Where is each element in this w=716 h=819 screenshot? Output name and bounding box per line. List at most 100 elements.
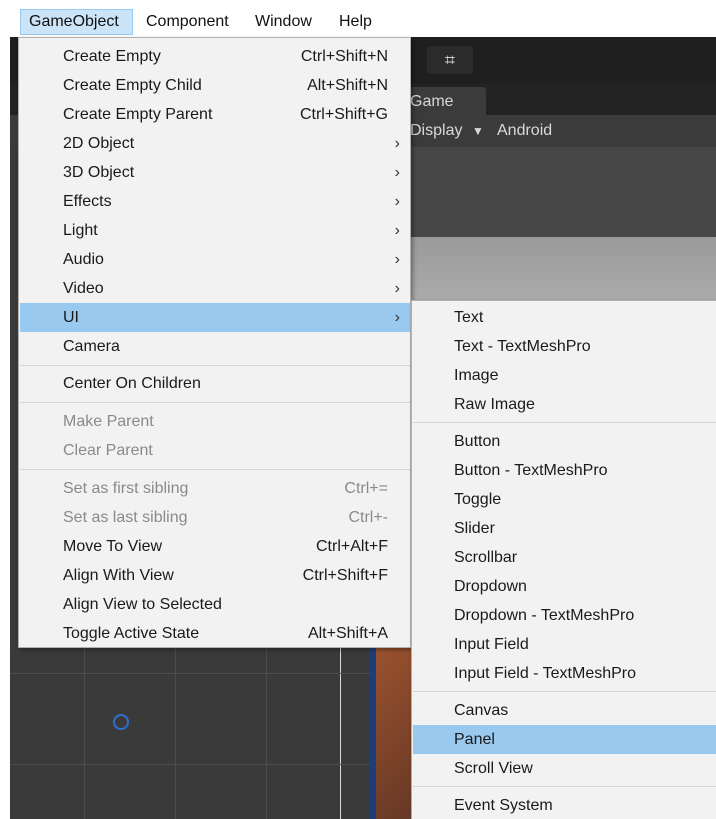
submenu-item-label: Event System: [454, 797, 553, 814]
menu-gameobject[interactable]: GameObject: [20, 9, 133, 35]
submenu-item-text-textmeshpro[interactable]: Text - TextMeshPro: [413, 332, 716, 361]
menu-item-label: Video: [63, 280, 104, 297]
menu-item-2d-object[interactable]: 2D Object ›: [20, 129, 410, 158]
submenu-item-label: Dropdown - TextMeshPro: [454, 607, 635, 624]
menu-bar: GameObject Component Window Help: [0, 0, 716, 37]
menu-item-light[interactable]: Light ›: [20, 216, 410, 245]
menu-item-label: Align View to Selected: [63, 596, 222, 613]
submenu-item-toggle[interactable]: Toggle: [413, 485, 716, 514]
submenu-item-dropdown[interactable]: Dropdown: [413, 572, 716, 601]
menu-item-create-empty-child[interactable]: Create Empty Child Alt+Shift+N: [20, 71, 410, 100]
submenu-item-input-field-textmeshpro[interactable]: Input Field - TextMeshPro: [413, 659, 716, 688]
menu-window[interactable]: Window: [247, 9, 320, 35]
menu-item-label: Create Empty Parent: [63, 106, 213, 123]
submenu-item-label: Button - TextMeshPro: [454, 462, 608, 479]
submenu-item-raw-image[interactable]: Raw Image: [413, 390, 716, 419]
submenu-separator: [413, 691, 716, 692]
menu-item-set-last-sibling: Set as last sibling Ctrl+-: [20, 503, 410, 532]
menu-separator: [20, 469, 410, 470]
menu-item-effects[interactable]: Effects ›: [20, 187, 410, 216]
menu-item-shortcut: Ctrl+-: [348, 509, 388, 526]
submenu-item-scroll-view[interactable]: Scroll View: [413, 754, 716, 783]
submenu-item-input-field[interactable]: Input Field: [413, 630, 716, 659]
chevron-right-icon: ›: [394, 164, 400, 181]
submenu-item-label: Input Field: [454, 636, 529, 653]
tab-game[interactable]: Game: [398, 87, 486, 116]
gizmo-circle-icon[interactable]: [113, 714, 129, 730]
menu-item-shortcut: Ctrl+=: [344, 480, 388, 497]
menu-item-shortcut: Alt+Shift+N: [307, 77, 388, 94]
menu-item-clear-parent: Clear Parent: [20, 436, 410, 465]
menu-item-ui[interactable]: UI ›: [20, 303, 410, 332]
menu-help[interactable]: Help: [331, 9, 380, 35]
menu-item-label: 2D Object: [63, 135, 135, 152]
chevron-right-icon: ›: [394, 135, 400, 152]
chevron-right-icon: ›: [394, 222, 400, 239]
menu-component[interactable]: Component: [138, 9, 237, 35]
submenu-item-label: Panel: [454, 731, 495, 748]
menu-item-align-view-to-selected[interactable]: Align View to Selected: [20, 590, 410, 619]
menu-item-shortcut: Alt+Shift+A: [307, 625, 388, 642]
submenu-item-label: Raw Image: [454, 396, 535, 413]
grid-line: [10, 673, 370, 674]
menu-item-shortcut: Ctrl+Shift+N: [300, 48, 388, 65]
menu-item-label: Align With View: [63, 567, 174, 584]
submenu-item-label: Scroll View: [454, 760, 533, 777]
menu-separator: [20, 365, 410, 366]
menu-item-label: UI: [63, 309, 79, 326]
menu-item-label: Clear Parent: [63, 442, 153, 459]
gameobject-menu: Create Empty Ctrl+Shift+N Create Empty C…: [18, 37, 411, 648]
menu-item-label: Set as first sibling: [63, 480, 189, 497]
submenu-item-label: Toggle: [454, 491, 502, 508]
chevron-down-icon[interactable]: ▼: [472, 119, 484, 143]
submenu-item-label: Text - TextMeshPro: [454, 338, 591, 355]
submenu-item-button[interactable]: Button: [413, 427, 716, 456]
submenu-item-dropdown-textmeshpro[interactable]: Dropdown - TextMeshPro: [413, 601, 716, 630]
menu-item-toggle-active-state[interactable]: Toggle Active State Alt+Shift+A: [20, 619, 410, 648]
submenu-item-label: Canvas: [454, 702, 509, 719]
menu-item-align-with-view[interactable]: Align With View Ctrl+Shift+F: [20, 561, 410, 590]
menu-item-center-on-children[interactable]: Center On Children: [20, 369, 410, 398]
chevron-right-icon: ›: [394, 251, 400, 268]
game-view-border: [369, 637, 376, 819]
menu-item-move-to-view[interactable]: Move To View Ctrl+Alt+F: [20, 532, 410, 561]
menu-item-label: Audio: [63, 251, 104, 268]
menu-item-label: Set as last sibling: [63, 509, 188, 526]
menu-item-label: Create Empty Child: [63, 77, 202, 94]
menu-item-create-empty[interactable]: Create Empty Ctrl+Shift+N: [20, 42, 410, 71]
menu-item-shortcut: Ctrl+Alt+F: [315, 538, 388, 555]
submenu-item-slider[interactable]: Slider: [413, 514, 716, 543]
submenu-item-canvas[interactable]: Canvas: [413, 696, 716, 725]
submenu-item-label: Button: [454, 433, 501, 450]
submenu-item-scrollbar[interactable]: Scrollbar: [413, 543, 716, 572]
menu-item-label: 3D Object: [63, 164, 135, 181]
submenu-item-label: Dropdown: [454, 578, 527, 595]
submenu-item-panel[interactable]: Panel: [413, 725, 716, 754]
submenu-item-button-textmeshpro[interactable]: Button - TextMeshPro: [413, 456, 716, 485]
submenu-item-label: Input Field - TextMeshPro: [454, 665, 637, 682]
menu-item-3d-object[interactable]: 3D Object ›: [20, 158, 410, 187]
submenu-item-label: Scrollbar: [454, 549, 518, 566]
menu-item-set-first-sibling: Set as first sibling Ctrl+=: [20, 474, 410, 503]
submenu-separator: [413, 786, 716, 787]
menu-item-label: Toggle Active State: [63, 625, 200, 642]
menu-item-label: Center On Children: [63, 375, 201, 392]
menu-item-create-empty-parent[interactable]: Create Empty Parent Ctrl+Shift+G: [20, 100, 410, 129]
menu-item-camera[interactable]: Camera: [20, 332, 410, 361]
grid-snap-icon[interactable]: ⌗: [427, 46, 473, 74]
menu-item-label: Make Parent: [63, 413, 154, 430]
chevron-right-icon: ›: [394, 309, 400, 326]
submenu-item-image[interactable]: Image: [413, 361, 716, 390]
menu-item-audio[interactable]: Audio ›: [20, 245, 410, 274]
submenu-item-label: Image: [454, 367, 499, 384]
grid-line: [10, 764, 370, 765]
submenu-item-text[interactable]: Text: [413, 303, 716, 332]
menu-separator: [20, 402, 410, 403]
submenu-item-label: Slider: [454, 520, 495, 537]
menu-item-label: Move To View: [63, 538, 163, 555]
submenu-item-event-system[interactable]: Event System: [413, 791, 716, 819]
submenu-item-label: Text: [454, 309, 484, 326]
menu-item-label: Light: [63, 222, 98, 239]
menu-item-label: Effects: [63, 193, 112, 210]
menu-item-video[interactable]: Video ›: [20, 274, 410, 303]
